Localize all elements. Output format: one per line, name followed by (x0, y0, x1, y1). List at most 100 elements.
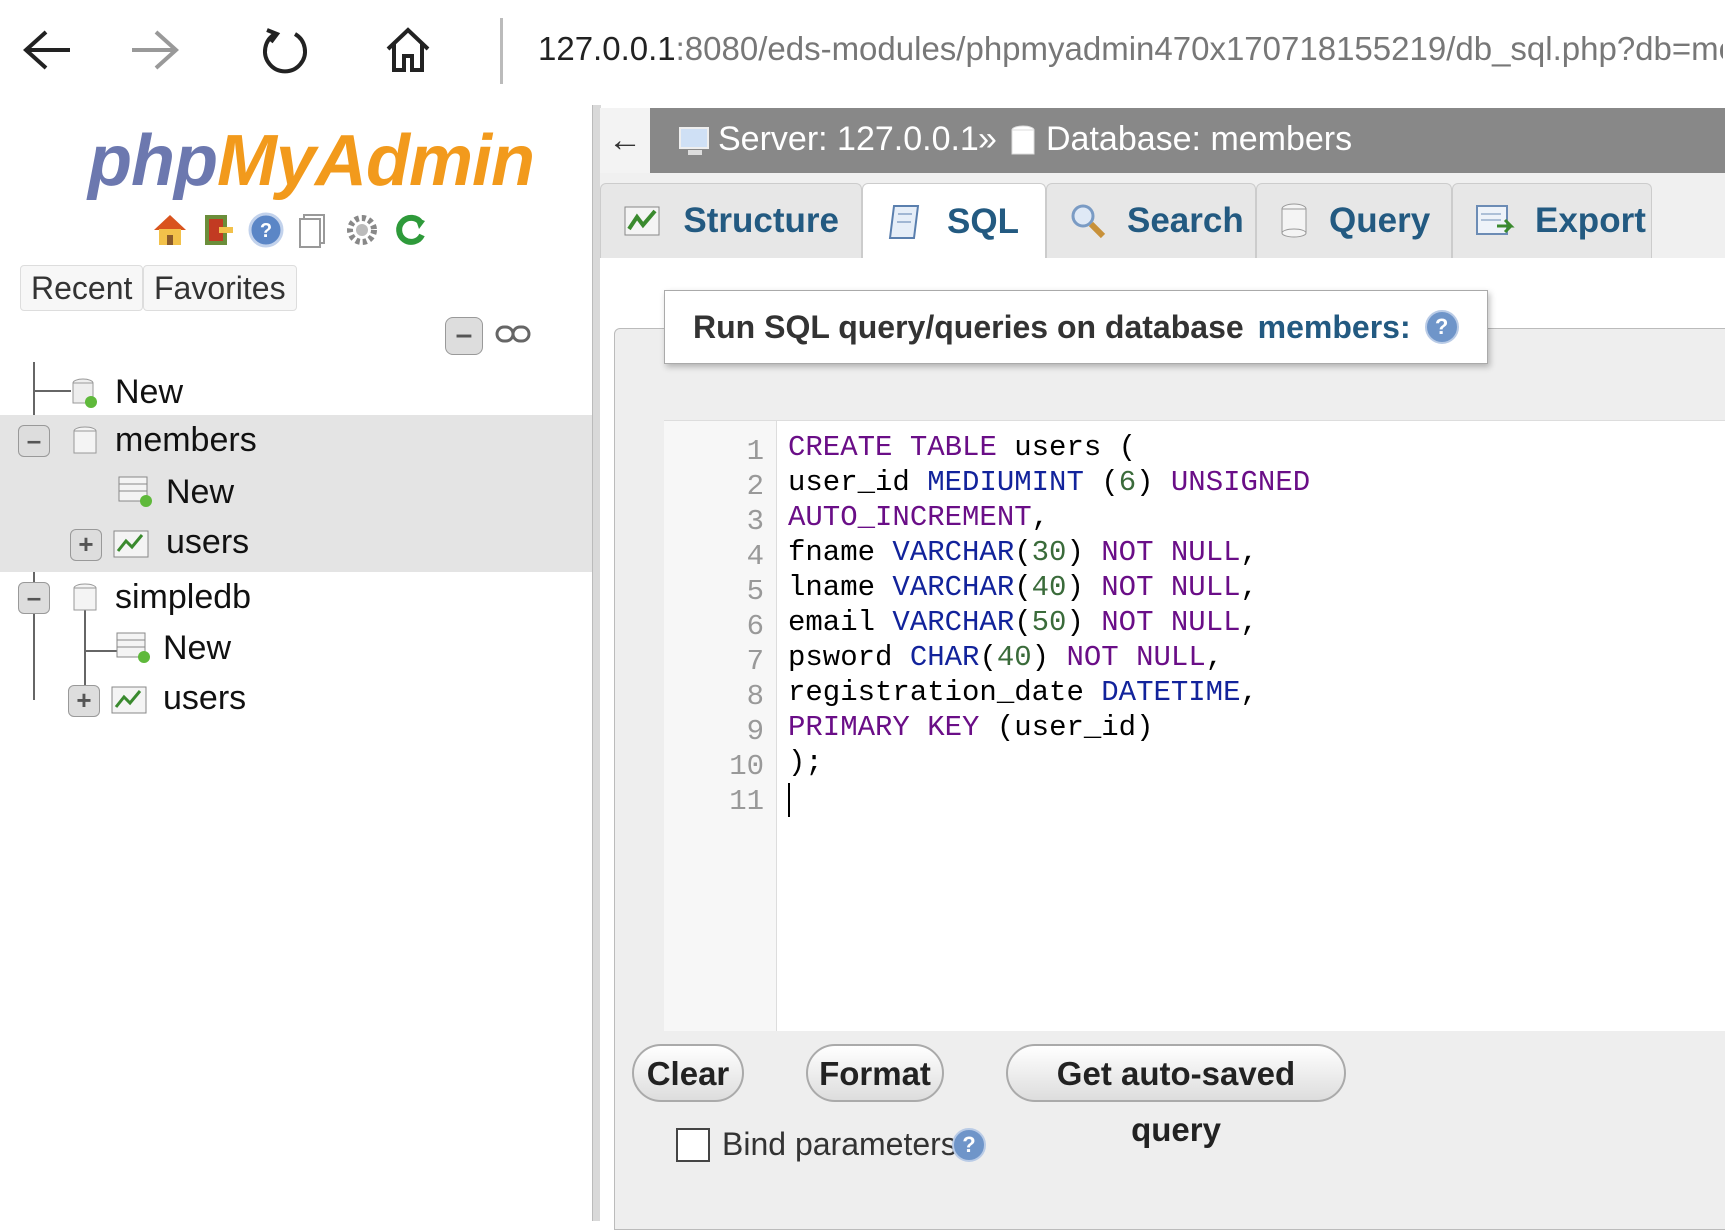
tab-favorites[interactable]: Favorites (143, 265, 297, 311)
export-icon (1475, 200, 1515, 242)
url-host: 127.0.0.1 (538, 30, 676, 67)
bind-parameters-label: Bind parameters (722, 1126, 957, 1162)
forward-arrow-icon[interactable] (124, 20, 184, 80)
title-text: Run SQL query/queries on database (693, 309, 1244, 345)
settings-gear-icon[interactable] (342, 210, 382, 250)
tree-item-database-members[interactable]: – members (0, 415, 592, 467)
tab-export[interactable]: Export (1452, 183, 1652, 258)
main-tabs: Structure SQL Search Query Export (600, 173, 1725, 259)
format-button[interactable]: Format (806, 1044, 944, 1102)
bind-parameters-checkbox[interactable] (676, 1128, 710, 1162)
logout-icon[interactable] (198, 210, 238, 250)
svg-text:?: ? (260, 220, 272, 242)
code-line: psword CHAR(40) NOT NULL, (788, 641, 1224, 674)
tab-label: SQL (947, 201, 1019, 241)
breadcrumb-separator: » (978, 120, 997, 158)
line-number: 5 (746, 575, 764, 608)
code-line: user_id MEDIUMINT (6) UNSIGNED (788, 466, 1311, 499)
tree-item-new-database[interactable]: New (0, 367, 592, 419)
tree-item-label: simpledb (115, 578, 252, 616)
navigation-panel: phpMyAdmin ? Recent Favorites – New – me… (0, 105, 592, 1221)
expand-node-icon[interactable]: + (68, 685, 100, 717)
url-path: :8080/eds-modules/phpmyadmin470x17071815… (675, 30, 1723, 67)
tree-item-table-users[interactable]: + users (0, 673, 592, 725)
table-icon (113, 530, 149, 558)
code-line: ); (788, 746, 823, 779)
line-number: 6 (746, 610, 764, 643)
tree-item-database-simpledb[interactable]: – simpledb (0, 572, 592, 624)
tree-item-table-users[interactable]: + users (0, 517, 592, 572)
tree-item-label: New (163, 629, 232, 667)
home-icon[interactable] (150, 210, 190, 250)
code-line: fname VARCHAR(30) NOT NULL, (788, 536, 1258, 569)
breadcrumb-database[interactable]: Database: members (1046, 120, 1352, 159)
help-icon[interactable]: ? (246, 210, 286, 250)
expand-node-icon[interactable]: + (70, 529, 102, 561)
collapse-node-icon[interactable]: – (18, 425, 50, 457)
reload-icon[interactable] (390, 210, 430, 250)
browser-toolbar: 127.0.0.1:8080/eds-modules/phpmyadmin470… (0, 0, 1725, 105)
database-icon (73, 426, 97, 454)
line-number: 8 (746, 680, 764, 713)
new-table-icon (118, 476, 152, 507)
line-number: 9 (746, 715, 764, 748)
back-arrow-icon[interactable] (18, 20, 78, 80)
database-icon (73, 583, 97, 611)
help-icon[interactable]: ? (952, 1128, 986, 1162)
refresh-icon[interactable] (255, 20, 315, 80)
sidebar-toolbar: ? (150, 210, 430, 250)
documentation-icon[interactable] (294, 210, 334, 250)
tab-sql[interactable]: SQL (862, 183, 1046, 259)
sql-icon (885, 201, 927, 243)
line-number: 11 (729, 785, 764, 818)
new-database-icon (72, 378, 97, 408)
tab-structure[interactable]: Structure (600, 183, 862, 258)
get-auto-saved-query-button[interactable]: Get auto-saved query (1006, 1044, 1346, 1148)
structure-icon (623, 200, 663, 242)
line-number: 10 (729, 750, 764, 783)
collapse-panel-arrow-icon[interactable]: ← (600, 108, 650, 173)
database-icon (1011, 125, 1035, 155)
phpmyadmin-logo[interactable]: phpMyAdmin (88, 120, 535, 202)
link-icon[interactable] (495, 322, 531, 351)
search-icon (1069, 200, 1107, 242)
tab-label: Structure (683, 201, 839, 240)
code-line: registration_date DATETIME, (788, 676, 1258, 709)
line-number-gutter: 1 2 3 4 5 6 7 8 9 10 11 (664, 421, 777, 1031)
breadcrumb-server[interactable]: Server: 127.0.0.1 (718, 120, 979, 159)
home-icon[interactable] (378, 20, 438, 80)
tab-search[interactable]: Search (1046, 183, 1256, 258)
code-line: email VARCHAR(50) NOT NULL, (788, 606, 1258, 639)
code-line: CREATE TABLE users ( (788, 431, 1137, 464)
tab-label: Search (1127, 201, 1244, 240)
sql-panel-title: Run SQL query/queries on database member… (664, 290, 1488, 364)
new-table-icon (116, 632, 150, 663)
sql-editor[interactable]: 1 2 3 4 5 6 7 8 9 10 11 CREATE TABLE use… (664, 420, 1725, 1031)
collapse-node-icon[interactable]: – (18, 582, 50, 614)
tree-item-new-table[interactable]: New (0, 467, 592, 519)
code-line: lname VARCHAR(40) NOT NULL, (788, 571, 1258, 604)
tree-item-label: members (115, 421, 257, 459)
table-icon (111, 686, 147, 714)
tab-label: Query (1329, 201, 1431, 240)
collapse-all-icon[interactable]: – (445, 317, 483, 355)
tab-query[interactable]: Query (1256, 183, 1452, 258)
tree-item-label: users (166, 523, 250, 561)
tree-item-label: users (163, 679, 247, 717)
tab-recent[interactable]: Recent (20, 265, 144, 311)
tree-item-label: New (166, 473, 235, 511)
url-separator (500, 18, 503, 84)
help-icon[interactable]: ? (1424, 310, 1459, 344)
query-icon (1279, 200, 1309, 242)
line-number: 2 (746, 470, 764, 503)
tree-item-label: New (115, 373, 184, 411)
code-line: AUTO_INCREMENT, (788, 501, 1050, 534)
text-cursor (788, 783, 790, 817)
line-number: 7 (746, 645, 764, 678)
address-bar[interactable]: 127.0.0.1:8080/eds-modules/phpmyadmin470… (538, 30, 1723, 68)
tree-item-new-table[interactable]: New (0, 623, 592, 675)
clear-button[interactable]: Clear (632, 1044, 744, 1102)
line-number: 1 (746, 435, 764, 468)
title-database: members: (1257, 309, 1411, 345)
sql-page: Run SQL query/queries on database member… (600, 258, 1725, 1230)
